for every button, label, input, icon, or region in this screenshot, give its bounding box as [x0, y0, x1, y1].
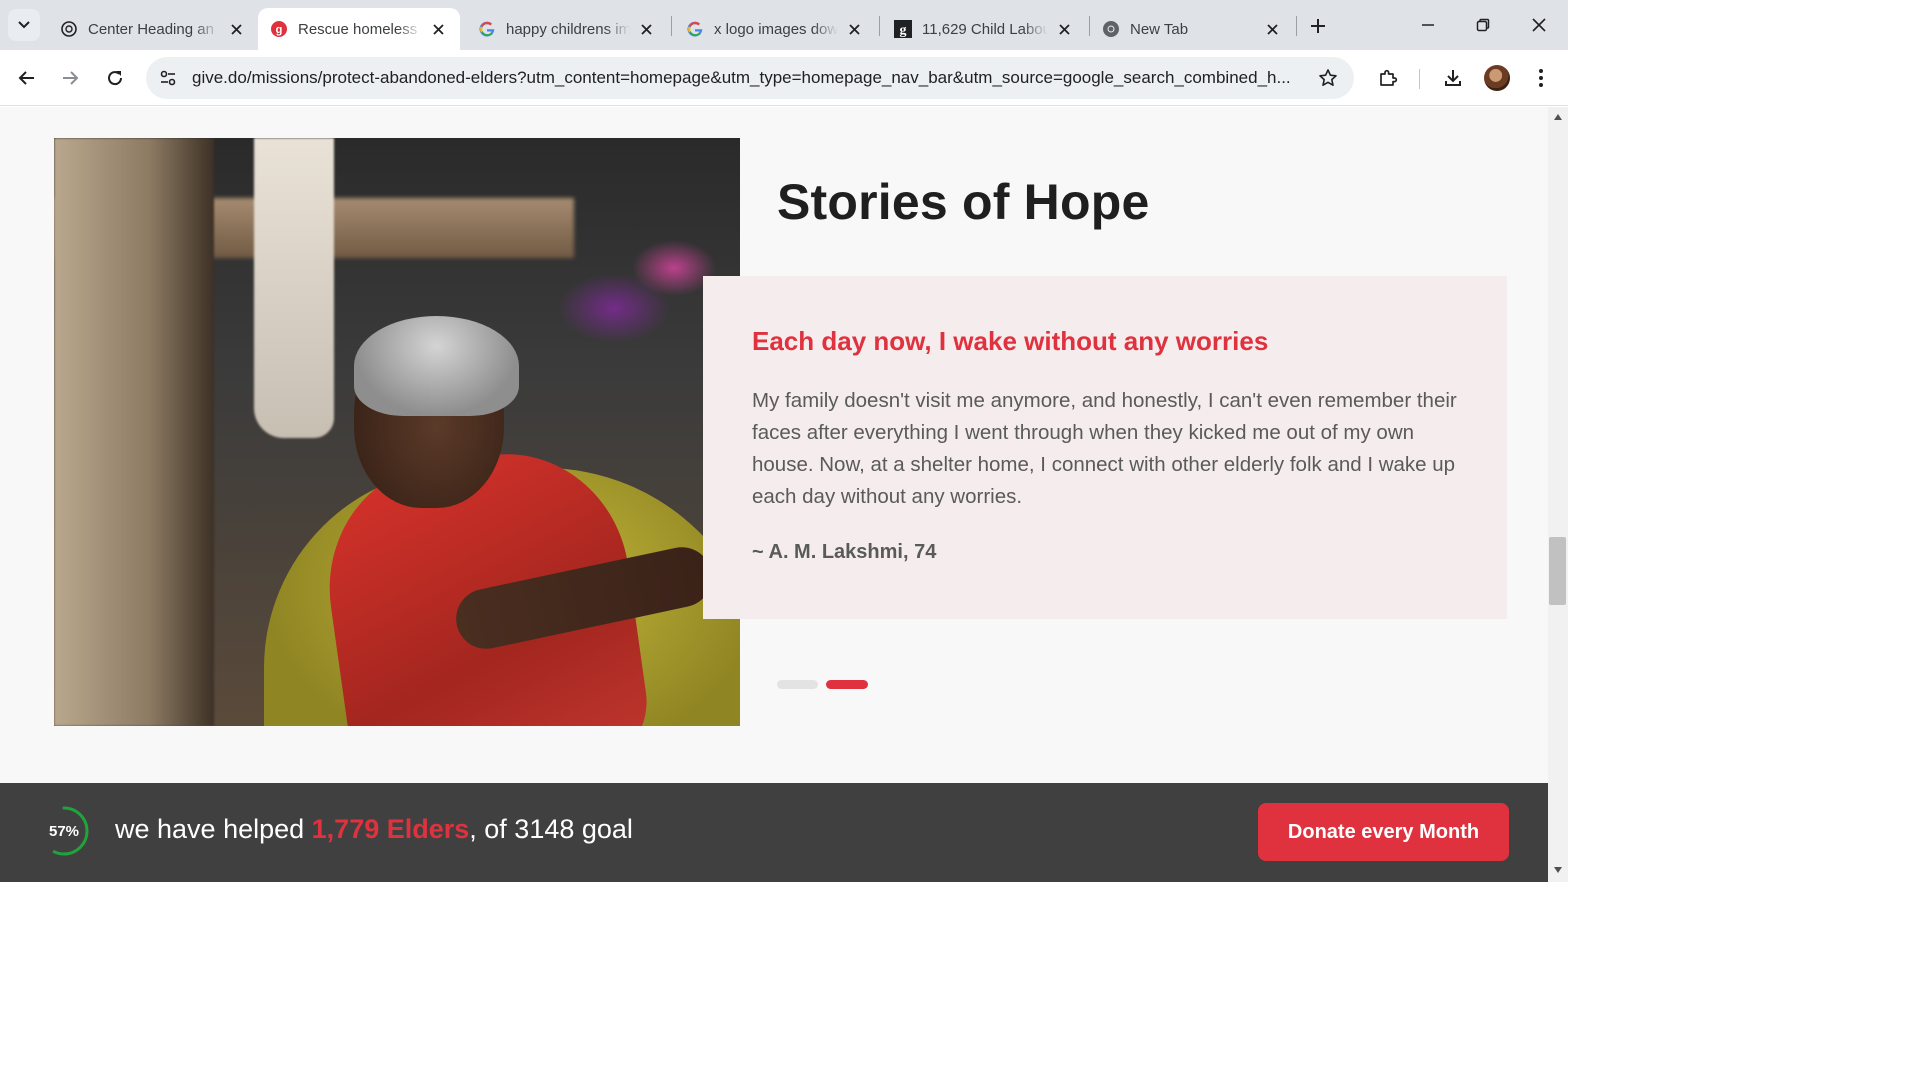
- tab-separator: [879, 16, 880, 36]
- url-text[interactable]: give.do/missions/protect-abandoned-elder…: [192, 68, 1302, 88]
- downloads-button[interactable]: [1437, 62, 1469, 94]
- scroll-thumb[interactable]: [1549, 537, 1566, 605]
- minimize-button[interactable]: [1408, 10, 1448, 40]
- helped-text-after: , of 3148 goal: [469, 814, 633, 844]
- tab-title: Center Heading an: [88, 20, 214, 38]
- back-button[interactable]: [11, 62, 43, 94]
- tab-strip: Center Heading an g Rescue homeless s ha…: [0, 0, 1568, 50]
- close-tab-icon[interactable]: [1054, 19, 1074, 39]
- menu-button[interactable]: [1525, 62, 1557, 94]
- puzzle-icon: [1380, 69, 1398, 86]
- chatgpt-icon: [60, 20, 78, 38]
- site-info-icon[interactable]: [154, 64, 182, 92]
- tab-2[interactable]: happy childrens im: [466, 8, 668, 50]
- close-tab-icon[interactable]: [844, 19, 864, 39]
- testimonial-card: Each day now, I wake without any worries…: [703, 276, 1507, 619]
- new-tab-button[interactable]: [1304, 12, 1332, 40]
- elder-woman-photo: [54, 138, 740, 726]
- google-icon: [686, 20, 704, 38]
- give-logo-icon: g: [270, 20, 288, 38]
- browser-toolbar: give.do/missions/protect-abandoned-elder…: [0, 50, 1568, 106]
- close-tab-icon[interactable]: [428, 19, 448, 39]
- close-window-button[interactable]: [1519, 10, 1559, 40]
- carousel-dot-1[interactable]: [777, 680, 818, 689]
- helped-summary: we have helped 1,779 Elders, of 3148 goa…: [115, 814, 633, 845]
- restore-button[interactable]: [1463, 10, 1503, 40]
- testimonial-heading: Each day now, I wake without any worries: [752, 326, 1269, 356]
- download-icon: [1445, 70, 1461, 86]
- carousel-dot-2-active[interactable]: [826, 680, 868, 689]
- extensions-button[interactable]: [1372, 62, 1404, 94]
- svg-text:g: g: [276, 24, 283, 36]
- progress-ring: 57%: [39, 805, 90, 857]
- more-vert-icon: [1539, 69, 1543, 87]
- reload-button[interactable]: [99, 62, 131, 94]
- close-tab-icon[interactable]: [1262, 19, 1282, 39]
- arrow-right-icon: [63, 71, 79, 85]
- toolbar-separator: [1419, 69, 1420, 89]
- arrow-left-icon: [18, 71, 34, 85]
- tab-4[interactable]: g 11,629 Child Labou: [882, 8, 1086, 50]
- getty-icon: g: [894, 20, 912, 38]
- scroll-down-arrow[interactable]: [1552, 864, 1564, 876]
- plus-icon: [1311, 19, 1325, 33]
- svg-text:g: g: [900, 23, 907, 38]
- minimize-icon: [1422, 24, 1434, 26]
- close-tab-icon[interactable]: [636, 19, 656, 39]
- donate-monthly-button[interactable]: Donate every Month: [1258, 803, 1509, 861]
- tab-title: happy childrens im: [506, 20, 630, 38]
- close-icon: [1532, 18, 1546, 32]
- section-title: Stories of Hope: [777, 174, 1150, 230]
- tab-1[interactable]: g Rescue homeless s: [258, 8, 460, 50]
- tab-title: 11,629 Child Labou: [922, 20, 1048, 38]
- tab-title: x logo images dow: [714, 20, 838, 38]
- progress-percent: 57%: [48, 822, 80, 840]
- helped-count: 1,779 Elders: [311, 814, 470, 844]
- google-icon: [478, 20, 496, 38]
- tab-0[interactable]: Center Heading an: [48, 8, 258, 50]
- reload-icon: [108, 71, 123, 86]
- testimonial-author: ~ A. M. Lakshmi, 74: [752, 541, 937, 563]
- tab-3[interactable]: x logo images dow: [674, 8, 876, 50]
- tab-title: Rescue homeless s: [298, 20, 422, 38]
- close-tab-icon[interactable]: [226, 19, 246, 39]
- profile-avatar[interactable]: [1484, 65, 1510, 91]
- tab-5[interactable]: New Tab: [1090, 8, 1294, 50]
- address-bar[interactable]: give.do/missions/protect-abandoned-elder…: [146, 57, 1354, 99]
- page-scrollbar[interactable]: [1548, 107, 1568, 882]
- tab-search-button[interactable]: [8, 9, 40, 41]
- testimonial-text: My family doesn't visit me anymore, and …: [752, 389, 1457, 508]
- tab-title: New Tab: [1130, 20, 1189, 38]
- page-viewport: Stories of Hope Each day now, I wake wit…: [0, 107, 1548, 882]
- bookmark-star-icon[interactable]: [1316, 66, 1340, 90]
- scroll-up-arrow[interactable]: [1552, 111, 1564, 123]
- chrome-icon: [1102, 20, 1120, 38]
- donation-progress-bar: 57% we have helped 1,779 Elders, of 3148…: [0, 783, 1548, 882]
- chevron-down-icon: [18, 21, 30, 29]
- restore-icon: [1476, 18, 1490, 32]
- helped-text-before: we have helped: [115, 814, 312, 844]
- tab-separator: [671, 16, 672, 36]
- tab-separator: [1296, 16, 1297, 36]
- forward-button[interactable]: [54, 62, 86, 94]
